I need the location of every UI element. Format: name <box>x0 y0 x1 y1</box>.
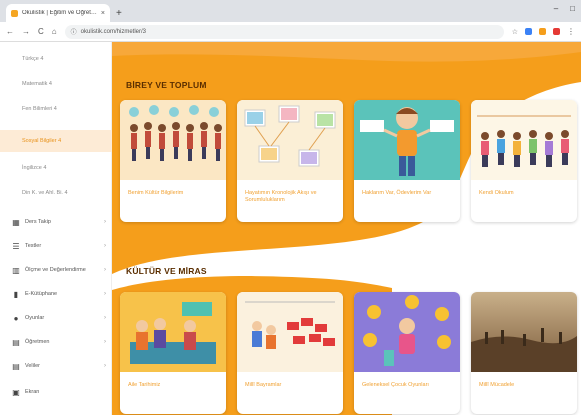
sidebar-item-matematik[interactable]: Matematik 4 <box>0 73 112 95</box>
chevron-right-icon: › <box>104 291 106 297</box>
extension-icon[interactable] <box>539 28 546 35</box>
card-label: Kendi Okulum <box>479 190 514 196</box>
lesson-card[interactable]: Benim Kültür Bilgilerim <box>120 100 226 222</box>
tab-strip: Okulistik | Eğitim ve Öğretime Y... × + … <box>0 0 581 22</box>
reload-button[interactable]: C <box>38 27 44 36</box>
address-bar: ← → C ⌂ ⓘ okulistik.com/hizmetler/3 ☆ ⋮ <box>0 22 581 42</box>
card-thumbnail-flags <box>237 292 343 372</box>
sidebar-item-olcme[interactable]: ▥ Ölçme ve Değerlendirme › <box>0 259 112 281</box>
card-label: Hayatımın Kronolojik Akışı ve Sorumluluk… <box>245 190 317 203</box>
sidebar-item-label: İngilizce 4 <box>22 165 47 171</box>
url-text: okulistik.com/hizmetler/3 <box>80 28 146 35</box>
lesson-card[interactable]: Hayatımın Kronolojik Akışı ve Sorumluluk… <box>237 100 343 222</box>
sidebar-item-label: Ders Takip <box>25 219 51 225</box>
sidebar-item-label: Veliler <box>25 363 40 369</box>
card-thumbnail-games <box>354 292 460 372</box>
card-label: Millî Bayramlar <box>245 382 282 388</box>
book-icon: ▦ <box>12 217 20 227</box>
chevron-right-icon: › <box>104 315 106 321</box>
lesson-card[interactable]: Aile Tarihimiz <box>120 292 226 414</box>
home-button[interactable]: ⌂ <box>52 27 57 36</box>
card-thumbnail-boy <box>354 100 460 180</box>
lesson-card[interactable]: Millî Bayramlar <box>237 292 343 414</box>
card-label: Geleneksel Çocuk Oyunları <box>362 382 429 388</box>
sidebar-item-turkce[interactable]: Türkçe 4 <box>0 48 112 70</box>
game-icon: ● <box>13 313 19 323</box>
lesson-card[interactable]: Geleneksel Çocuk Oyunları <box>354 292 460 414</box>
section-title: KÜLTÜR VE MİRAS <box>126 266 207 276</box>
star-icon[interactable]: ☆ <box>512 28 518 36</box>
sidebar-item-label: Sosyal Bilgiler 4 <box>22 138 62 144</box>
chevron-right-icon: › <box>104 363 106 369</box>
main-content: BİREY VE TOPLUM Benim Kültür Bilgilerim <box>112 42 581 415</box>
teacher-icon: ▤ <box>12 337 20 347</box>
sidebar-item-fen[interactable]: Fen Bilimleri 4 <box>0 98 112 120</box>
sidebar-item-ekran[interactable]: ▣ Ekran <box>0 381 112 403</box>
extensions: ☆ ⋮ <box>512 27 575 36</box>
sidebar-item-veliler[interactable]: ▤ Veliler › <box>0 355 112 377</box>
chevron-right-icon: › <box>104 243 106 249</box>
section-title: BİREY VE TOPLUM <box>126 80 207 90</box>
parents-icon: ▤ <box>12 361 20 371</box>
card-thumbnail-people <box>120 100 226 180</box>
url-field[interactable]: ⓘ okulistik.com/hizmetler/3 <box>64 24 504 39</box>
chevron-right-icon: › <box>104 267 106 273</box>
site-favicon-icon <box>11 9 18 17</box>
sidebar-item-ingilizce[interactable]: İngilizce 4 <box>0 157 112 179</box>
chart-icon: ▥ <box>12 265 20 275</box>
sidebar-item-sosyal[interactable]: Sosyal Bilgiler 4 <box>0 130 112 152</box>
maximize-button[interactable]: □ <box>570 4 575 13</box>
sidebar-item-label: Ekran <box>25 389 40 395</box>
sidebar-item-testler[interactable]: ☰ Testler › <box>0 235 112 257</box>
card-label: Benim Kültür Bilgilerim <box>128 190 184 196</box>
sidebar-item-oyunlar[interactable]: ● Oyunlar › <box>0 307 112 329</box>
card-label: Aile Tarihimiz <box>128 382 161 388</box>
browser-tab[interactable]: Okulistik | Eğitim ve Öğretime Y... × <box>6 4 110 22</box>
chevron-right-icon: › <box>104 339 106 345</box>
sidebar-item-label: Ölçme ve Değerlendirme <box>25 267 86 273</box>
card-thumbnail-battle <box>471 292 577 372</box>
card-label: Haklarım Var, Ödevlerim Var <box>362 190 432 196</box>
lesson-card[interactable]: Kendi Okulum <box>471 100 577 222</box>
sidebar-item-label: Öğretmen <box>25 339 50 345</box>
extension-icon[interactable] <box>525 28 532 35</box>
sidebar-item-label: Din K. ve Ahl. Bi. 4 <box>22 190 68 196</box>
browser-window: Okulistik | Eğitim ve Öğretime Y... × + … <box>0 0 581 415</box>
sidebar-item-ogretmen[interactable]: ▤ Öğretmen › <box>0 331 112 353</box>
card-thumbnail-school <box>471 100 577 180</box>
info-icon[interactable]: ⓘ <box>71 27 77 36</box>
tab-title: Okulistik | Eğitim ve Öğretime Y... <box>22 10 98 16</box>
sidebar-item-label: Türkçe 4 <box>22 56 44 62</box>
nav-buttons: ← → C ⌂ <box>6 27 57 36</box>
library-icon: ▮ <box>13 289 19 299</box>
sidebar-item-label: Testler <box>25 243 42 249</box>
sidebar-item-din[interactable]: Din K. ve Ahl. Bi. 4 <box>0 182 112 204</box>
minimize-button[interactable]: – <box>554 4 558 13</box>
card-label: Millî Mücadele <box>479 382 515 388</box>
sidebar-item-label: E-Kütüphane <box>25 291 58 297</box>
sidebar-item-label: Oyunlar <box>25 315 45 321</box>
extension-icon[interactable] <box>553 28 560 35</box>
screen-icon: ▣ <box>12 387 20 397</box>
chevron-right-icon: › <box>104 219 106 225</box>
card-thumbnail-family <box>120 292 226 372</box>
back-button[interactable]: ← <box>6 27 14 36</box>
lesson-card[interactable]: Millî Mücadele <box>471 292 577 414</box>
card-thumbnail-timeline <box>237 100 343 180</box>
menu-icon[interactable]: ⋮ <box>567 27 575 36</box>
sidebar-item-ders-takip[interactable]: ▦ Ders Takip › <box>0 211 112 233</box>
window-controls: – □ <box>554 4 575 13</box>
new-tab-button[interactable]: + <box>116 8 122 19</box>
sidebar-item-label: Fen Bilimleri 4 <box>22 106 57 112</box>
document-icon: ☰ <box>12 241 20 251</box>
sidebar-item-label: Matematik 4 <box>22 81 52 87</box>
sidebar-item-e-kutuphane[interactable]: ▮ E-Kütüphane › <box>0 283 112 305</box>
sidebar: Türkçe 4 Matematik 4 Fen Bilimleri 4 Sos… <box>0 42 112 415</box>
forward-button[interactable]: → <box>22 27 30 36</box>
lesson-card[interactable]: Haklarım Var, Ödevlerim Var <box>354 100 460 222</box>
tab-close-icon[interactable]: × <box>101 10 105 17</box>
